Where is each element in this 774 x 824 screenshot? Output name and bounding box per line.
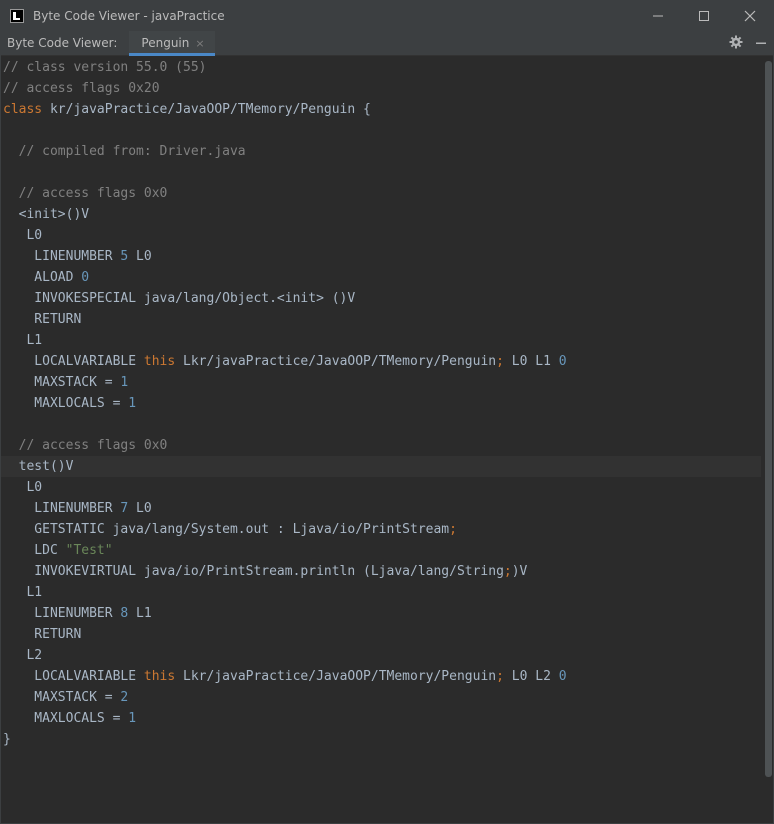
code-line-30: LOCALVARIABLE this Lkr/javaPractice/Java…	[3, 669, 567, 684]
code-line-19: // access flags 0x0	[3, 438, 168, 453]
settings-button[interactable]	[729, 34, 743, 53]
intellij-idea-icon	[10, 9, 24, 23]
gear-icon	[729, 35, 743, 49]
tool-window-label: Byte Code Viewer:	[7, 36, 118, 50]
code-line-15: LOCALVARIABLE this Lkr/javaPractice/Java…	[3, 354, 567, 369]
code-line-25: INVOKEVIRTUAL java/io/PrintStream.printl…	[3, 564, 528, 579]
code-line-28: RETURN	[3, 627, 82, 642]
code-line-17: MAXLOCALS = 1	[3, 396, 137, 411]
code-line-20: test()V	[1, 456, 761, 477]
code-line-1: // class version 55.0 (55)	[3, 60, 207, 75]
minimize-button[interactable]	[635, 1, 681, 31]
code-line-32: MAXLOCALS = 1	[3, 711, 137, 726]
window-controls	[635, 1, 773, 31]
code-line-2: // access flags 0x20	[3, 81, 160, 96]
code-line-12: INVOKESPECIAL java/lang/Object.<init> ()…	[3, 291, 356, 306]
hide-minus-icon	[756, 42, 766, 44]
tab-penguin[interactable]: Penguin ×	[129, 30, 215, 56]
minimize-icon	[653, 15, 663, 17]
code-line-26: L1	[3, 585, 43, 600]
tool-window-actions	[729, 31, 767, 56]
code-line-5: // compiled from: Driver.java	[3, 144, 246, 159]
hide-button[interactable]	[755, 34, 767, 53]
code-line-16: MAXSTACK = 1	[3, 375, 129, 390]
code-line-13: RETURN	[3, 312, 82, 327]
code-line-27: LINENUMBER 8 L1	[3, 606, 152, 621]
code-line-29: L2	[3, 648, 43, 663]
bytecode-editor[interactable]: // class version 55.0 (55) // access fla…	[1, 57, 761, 823]
code-line-7: // access flags 0x0	[3, 186, 168, 201]
code-line-10: LINENUMBER 5 L0	[3, 249, 152, 264]
byte-code-viewer-window: Byte Code Viewer - javaPractice Byte Cod…	[0, 0, 774, 824]
code-line-11: ALOAD 0	[3, 270, 90, 285]
code-line-33: }	[3, 732, 11, 747]
code-line-14: L1	[3, 333, 43, 348]
code-line-9: L0	[3, 228, 43, 243]
window-title: Byte Code Viewer - javaPractice	[33, 9, 225, 23]
maximize-icon	[699, 11, 709, 21]
code-line-24: LDC "Test"	[3, 543, 113, 558]
tab-label: Penguin	[141, 36, 190, 50]
title-bar[interactable]: Byte Code Viewer - javaPractice	[1, 1, 773, 31]
tab-close-icon[interactable]: ×	[195, 37, 204, 50]
code-line-31: MAXSTACK = 2	[3, 690, 129, 705]
vertical-scrollbar[interactable]	[763, 57, 773, 823]
code-line-23: GETSTATIC java/lang/System.out : Ljava/i…	[3, 522, 457, 537]
maximize-button[interactable]	[681, 1, 727, 31]
scrollbar-thumb[interactable]	[765, 61, 772, 777]
code-line-3: class kr/javaPractice/JavaOOP/TMemory/Pe…	[3, 102, 371, 117]
close-icon	[744, 10, 756, 22]
close-button[interactable]	[727, 1, 773, 31]
code-line-8: <init>()V	[3, 207, 90, 222]
tool-window-header: Byte Code Viewer: Penguin ×	[1, 30, 773, 56]
code-line-22: LINENUMBER 7 L0	[3, 501, 152, 516]
code-line-21: L0	[3, 480, 43, 495]
